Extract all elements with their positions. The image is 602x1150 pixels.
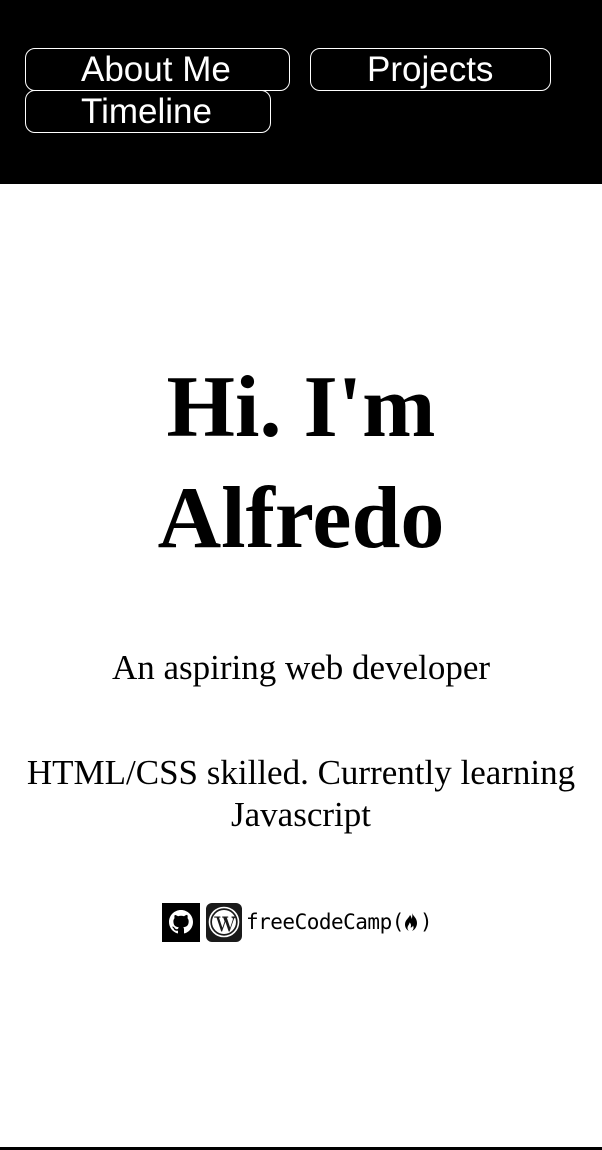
hero-title-line1: Hi. I'm [166, 359, 436, 456]
hero-title: Hi. I'm Alfredo [0, 352, 602, 574]
nav-about-button[interactable]: About Me [25, 48, 290, 91]
wordpress-icon [208, 906, 240, 938]
skills-text: HTML/CSS skilled. Currently learning Jav… [10, 752, 592, 836]
github-link[interactable] [162, 902, 200, 942]
navbar: About Me Projects Timeline [0, 0, 602, 184]
nav-about-label: About Me [81, 50, 231, 89]
nav-projects-label: Projects [367, 50, 494, 89]
hero-title-line2: Alfredo [157, 470, 445, 567]
flame-icon [404, 913, 417, 931]
tagline: An aspiring web developer [111, 648, 491, 687]
fcc-text-prefix: freeCodeCamp( [246, 910, 404, 934]
skills-line1: HTML/CSS skilled. Currently learning [26, 753, 576, 792]
fcc-text-suffix: ) [419, 910, 433, 934]
freecodecamp-link[interactable]: freeCodeCamp( ) [246, 910, 433, 934]
github-icon [169, 910, 193, 934]
social-links: freeCodeCamp( ) [162, 902, 433, 942]
wordpress-link[interactable] [206, 902, 242, 942]
nav-timeline-button[interactable]: Timeline [25, 90, 271, 133]
nav-projects-button[interactable]: Projects [310, 48, 551, 91]
nav-timeline-label: Timeline [81, 92, 212, 131]
skills-line2: Javascript [231, 795, 371, 834]
